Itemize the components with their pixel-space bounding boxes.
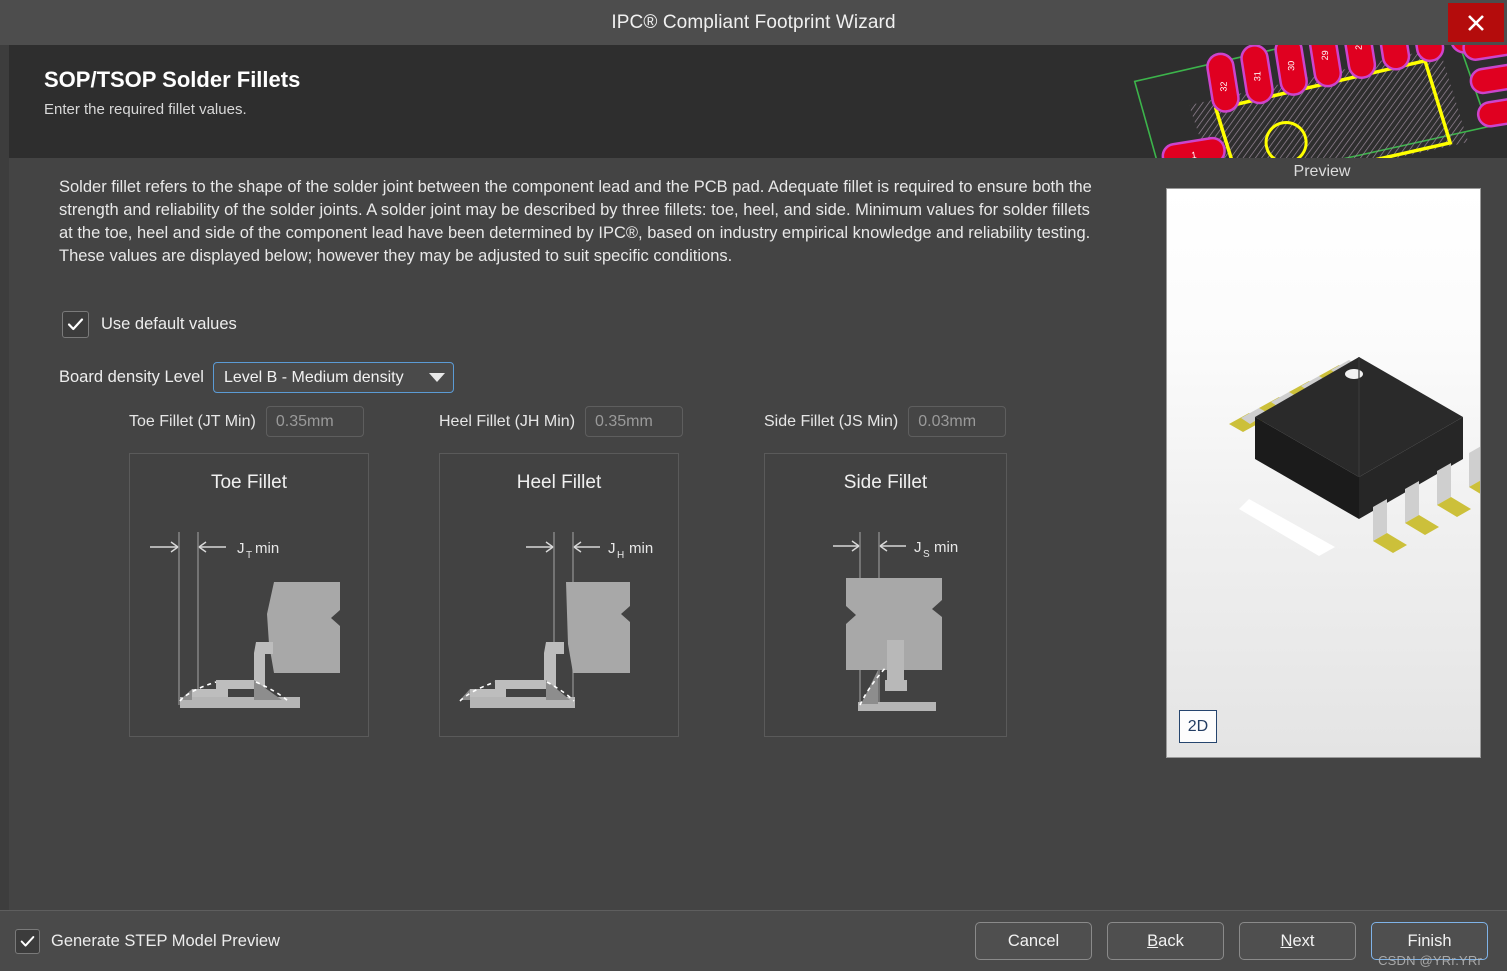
svg-text:28: 28 — [1354, 45, 1364, 50]
title-bar: IPC® Compliant Footprint Wizard — [0, 0, 1507, 45]
side-fillet-column: Side Fillet (JS Min) 0.03mm Side Fillet — [764, 406, 1007, 737]
heel-fillet-column: Heel Fillet (JH Min) 0.35mm Heel Fillet — [439, 406, 684, 737]
svg-text:H: H — [617, 550, 624, 561]
svg-text:30: 30 — [1286, 61, 1296, 71]
check-icon — [20, 935, 35, 947]
generate-step-row[interactable]: Generate STEP Model Preview — [15, 928, 280, 954]
board-density-value: Level B - Medium density — [223, 368, 404, 386]
heel-fillet-value: 0.35mm — [595, 412, 653, 430]
board-density-select[interactable]: Level B - Medium density — [212, 362, 454, 393]
page-header: SOP/TSOP Solder Fillets Enter the requir… — [0, 45, 1507, 158]
window-title: IPC® Compliant Footprint Wizard — [611, 11, 896, 33]
next-button[interactable]: Next — [1239, 922, 1356, 960]
toe-fillet-column: Toe Fillet (JT Min) 0.35mm Toe Fillet J … — [129, 406, 369, 737]
use-default-values-checkbox[interactable] — [62, 311, 89, 338]
svg-text:31: 31 — [1252, 71, 1262, 81]
footer-buttons: Cancel Back Next Finish — [975, 922, 1488, 960]
sop-8-package-3d-model — [1229, 357, 1480, 556]
ipc-footprint-wizard-window: IPC® Compliant Footprint Wizard SOP/TSOP… — [0, 0, 1507, 971]
heel-fillet-label: Heel Fillet (JH Min) — [439, 412, 576, 430]
page-title: SOP/TSOP Solder Fillets — [44, 67, 301, 92]
use-default-values-label: Use default values — [101, 315, 237, 333]
side-fillet-diagram: Side Fillet J S min — [764, 453, 1007, 737]
page-subtitle: Enter the required fillet values. — [44, 101, 247, 118]
heel-fillet-input[interactable]: 0.35mm — [585, 406, 684, 437]
heel-fillet-diagram: Heel Fillet J H min — [439, 453, 679, 737]
side-fillet-label: Side Fillet (JS Min) — [764, 412, 899, 430]
back-button[interactable]: Back — [1107, 922, 1224, 960]
finish-button[interactable]: Finish — [1371, 922, 1488, 960]
toe-fillet-diagram: Toe Fillet J T min — [129, 453, 369, 737]
view-toggle-2d-button[interactable]: 2D — [1179, 710, 1217, 743]
board-density-row: Board density Level Level B - Medium den… — [59, 362, 454, 393]
check-icon — [67, 318, 84, 331]
toe-fillet-input[interactable]: 0.35mm — [265, 406, 364, 437]
svg-text:min: min — [255, 540, 279, 557]
toe-fillet-label: Toe Fillet (JT Min) — [129, 412, 256, 430]
generate-step-label: Generate STEP Model Preview — [51, 931, 280, 950]
board-density-label: Board density Level — [59, 368, 204, 386]
toe-fillet-value: 0.35mm — [275, 412, 334, 430]
preview-panel[interactable]: 2D — [1166, 188, 1481, 758]
footer-bar: Generate STEP Model Preview Cancel Back … — [0, 910, 1507, 971]
svg-text:min: min — [629, 540, 653, 557]
svg-text:J: J — [237, 540, 245, 557]
side-fillet-value: 0.03mm — [918, 412, 977, 430]
side-fillet-input[interactable]: 0.03mm — [908, 406, 1007, 437]
svg-text:32: 32 — [1218, 81, 1228, 91]
svg-text:T: T — [246, 550, 252, 561]
svg-text:J: J — [608, 540, 616, 557]
chevron-down-icon — [428, 373, 445, 382]
pcb-footprint-artwork: 32 31 30 29 1 — [1130, 45, 1507, 158]
svg-text:min: min — [934, 539, 958, 556]
description-text: Solder fillet refers to the shape of the… — [59, 178, 1092, 265]
main-content: Solder fillet refers to the shape of the… — [0, 158, 1507, 910]
svg-text:J: J — [914, 539, 922, 556]
cancel-button[interactable]: Cancel — [975, 922, 1092, 960]
preview-label: Preview — [1293, 163, 1351, 180]
close-icon — [1468, 14, 1484, 31]
generate-step-checkbox[interactable] — [15, 928, 40, 954]
use-default-values-row[interactable]: Use default values — [62, 311, 237, 338]
svg-text:S: S — [923, 549, 930, 560]
svg-text:29: 29 — [1320, 50, 1330, 60]
close-button[interactable] — [1448, 3, 1504, 42]
